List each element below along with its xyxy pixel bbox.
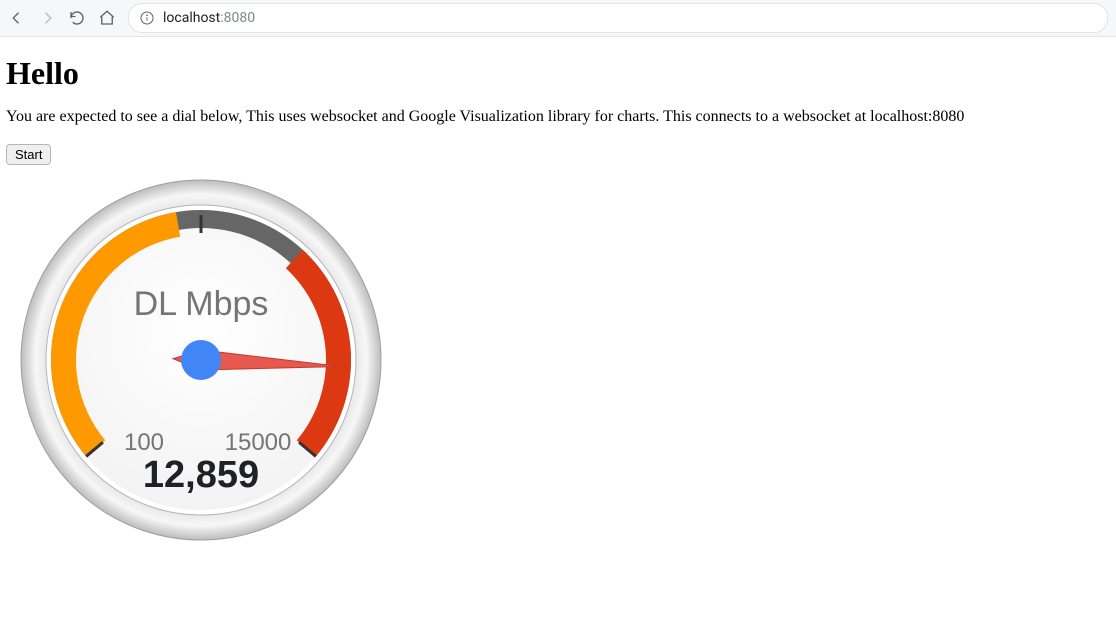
url-port: :8080 [220,10,255,26]
browser-toolbar: localhost:8080 [0,0,1116,37]
reload-icon[interactable] [68,9,86,27]
gauge-label: DL Mbps [134,285,269,323]
gauge-chart: DL Mbps 100 15000 12,859 [16,175,1110,550]
gauge-value: 12,859 [143,454,259,496]
home-icon[interactable] [98,9,116,27]
site-info-icon[interactable] [139,10,155,26]
page-description: You are expected to see a dial below, Th… [6,108,1110,126]
url-host: localhost [163,10,220,26]
back-icon[interactable] [8,9,26,27]
address-bar[interactable]: localhost:8080 [128,3,1108,33]
gauge-max: 15000 [225,429,292,456]
page-title: Hello [6,55,1110,92]
forward-icon[interactable] [38,9,56,27]
start-button[interactable]: Start [6,144,51,165]
gauge-min: 100 [124,429,164,456]
page-content: Hello You are expected to see a dial bel… [0,37,1116,554]
